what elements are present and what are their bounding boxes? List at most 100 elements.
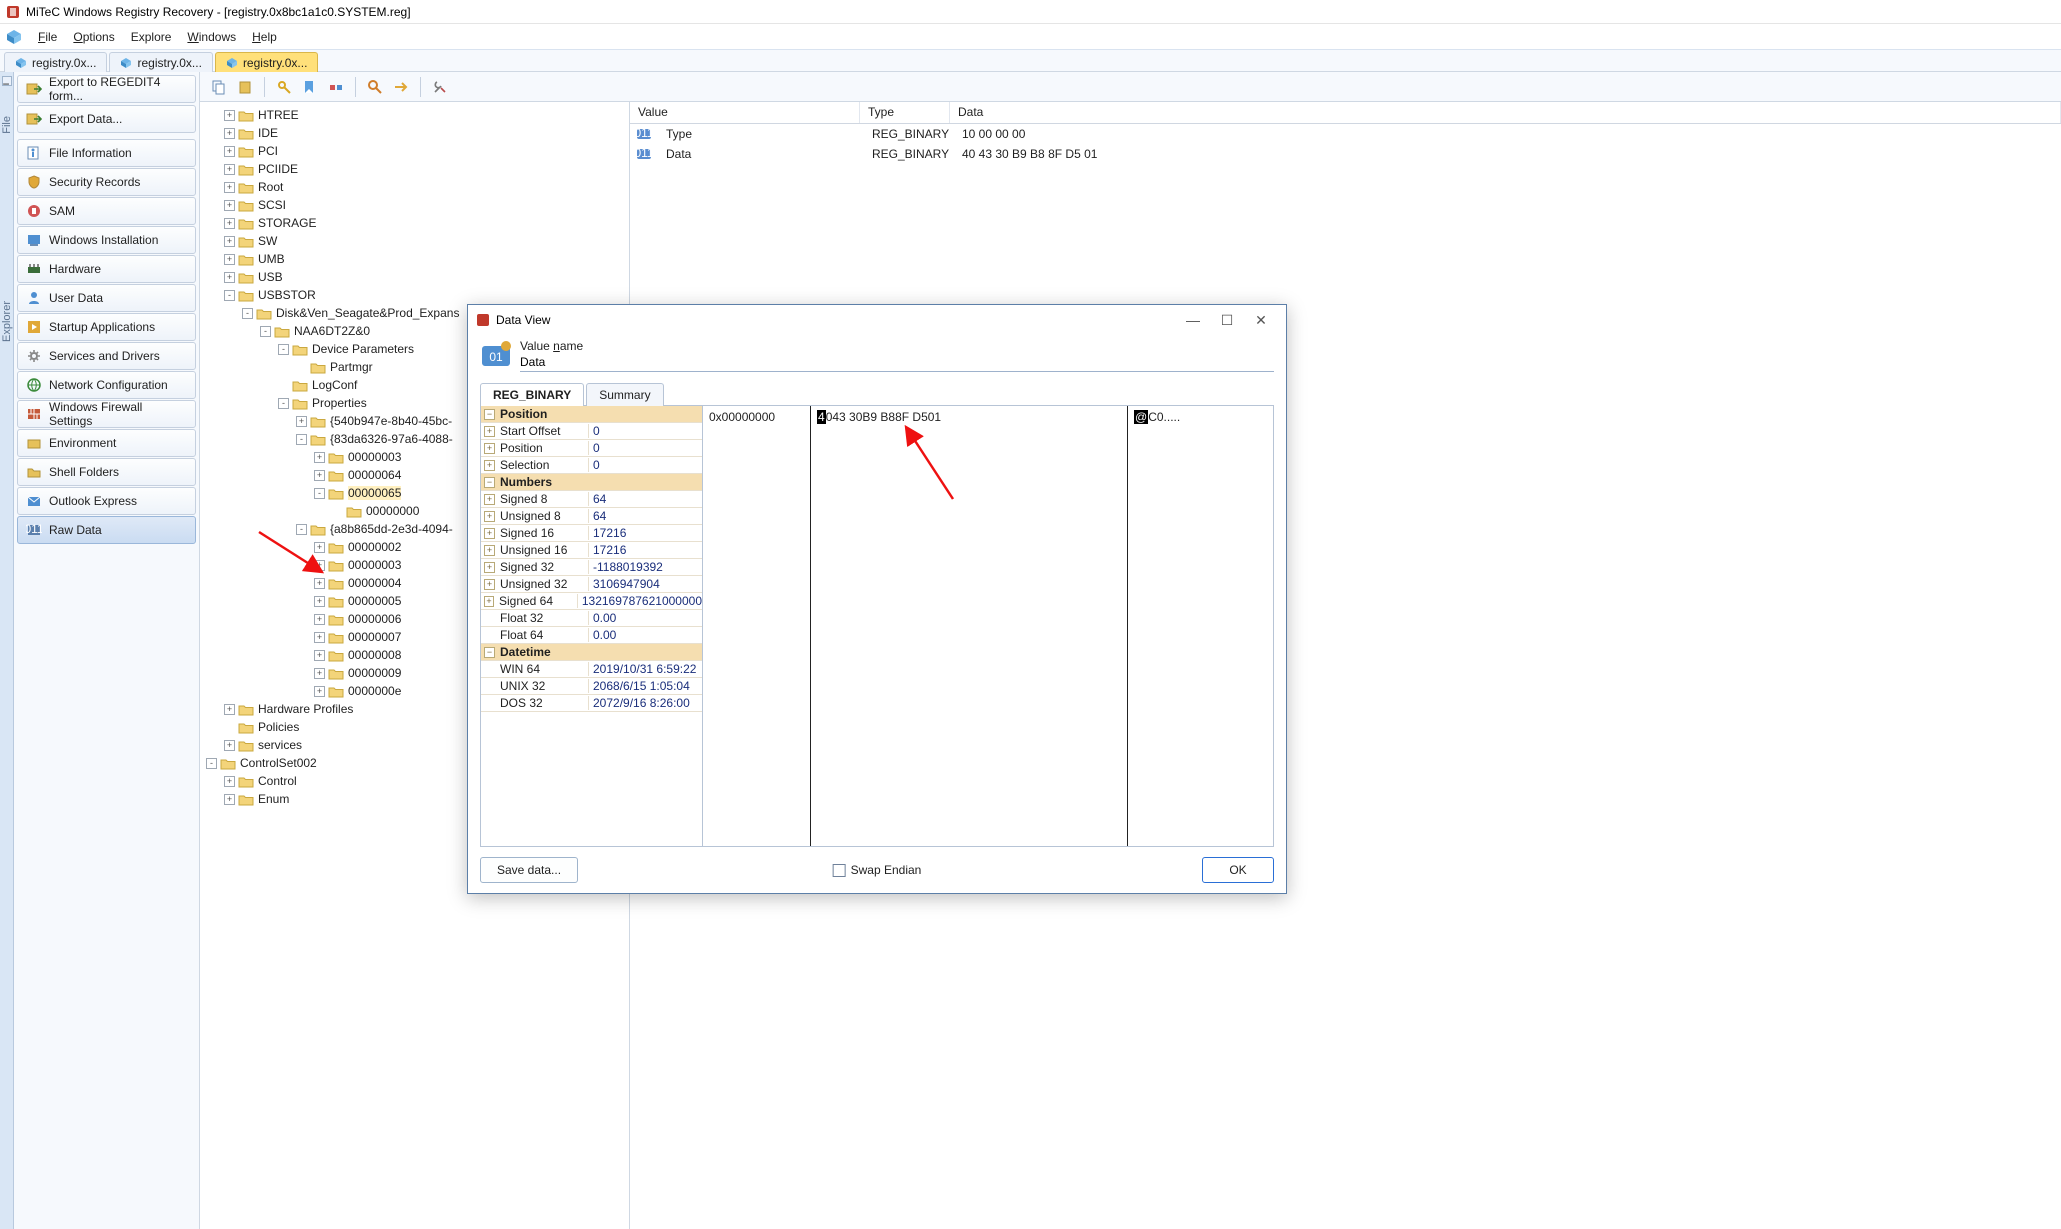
sidebar-item-file-information[interactable]: File Information xyxy=(17,139,196,167)
tree-expand-icon[interactable]: + xyxy=(224,704,235,715)
tree-expand-icon[interactable]: + xyxy=(224,182,235,193)
expand-icon[interactable]: − xyxy=(484,477,495,488)
tree-node[interactable]: +PCIIDE xyxy=(206,160,629,178)
menu-windows[interactable]: Windows xyxy=(179,27,244,47)
expand-icon[interactable]: + xyxy=(484,443,495,454)
expand-icon[interactable]: + xyxy=(484,511,495,522)
tree-expand-icon[interactable]: + xyxy=(224,272,235,283)
tree-expand-icon[interactable]: + xyxy=(224,236,235,247)
property-row[interactable]: +Signed 32-1188019392 xyxy=(481,559,702,576)
rail-file-label[interactable]: File xyxy=(1,116,13,134)
property-row[interactable]: +Start Offset0 xyxy=(481,423,702,440)
sidebar-item-hardware[interactable]: Hardware xyxy=(17,255,196,283)
tool-copy-icon[interactable] xyxy=(208,76,230,98)
col-data[interactable]: Data xyxy=(950,102,2061,123)
menu-explore[interactable]: Explore xyxy=(123,27,180,47)
expand-icon[interactable]: − xyxy=(484,647,495,658)
sidebar-item-raw-data[interactable]: 011Raw Data xyxy=(17,516,196,544)
tree-expand-icon[interactable]: - xyxy=(260,326,271,337)
close-button[interactable]: ✕ xyxy=(1244,309,1278,331)
property-row[interactable]: +Selection0 xyxy=(481,457,702,474)
expand-icon[interactable]: + xyxy=(484,596,494,607)
expand-icon[interactable]: + xyxy=(484,579,495,590)
sidebar-item-security-records[interactable]: Security Records xyxy=(17,168,196,196)
property-row[interactable]: Float 320.00 xyxy=(481,610,702,627)
menu-file[interactable]: File xyxy=(30,27,65,47)
minimize-button[interactable]: — xyxy=(1176,309,1210,331)
tree-expand-icon[interactable]: + xyxy=(224,776,235,787)
tree-expand-icon[interactable]: + xyxy=(314,596,325,607)
tree-node[interactable]: -USBSTOR xyxy=(206,286,629,304)
tree-expand-icon[interactable]: + xyxy=(314,614,325,625)
tree-node[interactable]: +UMB xyxy=(206,250,629,268)
property-row[interactable]: +Position0 xyxy=(481,440,702,457)
sidebar-item-startup-applications[interactable]: Startup Applications xyxy=(17,313,196,341)
tree-expand-icon[interactable]: + xyxy=(314,650,325,661)
tab-reg-binary[interactable]: REG_BINARY xyxy=(480,383,584,406)
tree-expand-icon[interactable]: + xyxy=(224,146,235,157)
tree-expand-icon[interactable]: - xyxy=(296,524,307,535)
export-data-button[interactable]: Export Data... xyxy=(17,105,196,133)
tree-expand-icon[interactable]: - xyxy=(242,308,253,319)
sidebar-item-user-data[interactable]: User Data xyxy=(17,284,196,312)
expand-icon[interactable]: + xyxy=(484,545,495,556)
tree-node[interactable]: +IDE xyxy=(206,124,629,142)
tree-expand-icon[interactable]: + xyxy=(314,686,325,697)
tree-expand-icon[interactable]: + xyxy=(314,632,325,643)
property-row[interactable]: WIN 642019/10/31 6:59:22 xyxy=(481,661,702,678)
save-data-button[interactable]: Save data... xyxy=(480,857,578,883)
tree-expand-icon[interactable]: + xyxy=(224,218,235,229)
property-grid[interactable]: −Position +Start Offset0+Position0+Selec… xyxy=(481,406,703,846)
dialog-titlebar[interactable]: Data View — ☐ ✕ xyxy=(468,305,1286,335)
expand-icon[interactable]: + xyxy=(484,562,495,573)
tool-paste-icon[interactable] xyxy=(234,76,256,98)
tree-expand-icon[interactable]: + xyxy=(224,740,235,751)
sidebar-item-network-configuration[interactable]: Network Configuration xyxy=(17,371,196,399)
tree-expand-icon[interactable]: + xyxy=(314,470,325,481)
tree-node[interactable]: +SW xyxy=(206,232,629,250)
tool-search-icon[interactable] xyxy=(364,76,386,98)
sidebar-item-windows-firewall-settings[interactable]: Windows Firewall Settings xyxy=(17,400,196,428)
tree-expand-icon[interactable]: - xyxy=(278,344,289,355)
file-tab[interactable]: registry.0x... xyxy=(109,52,212,72)
property-row[interactable]: +Signed 1617216 xyxy=(481,525,702,542)
property-row[interactable]: +Unsigned 1617216 xyxy=(481,542,702,559)
swap-endian-checkbox[interactable]: Swap Endian xyxy=(833,863,922,877)
ok-button[interactable]: OK xyxy=(1202,857,1274,883)
property-row[interactable]: UNIX 322068/6/15 1:05:04 xyxy=(481,678,702,695)
sidebar-item-windows-installation[interactable]: Windows Installation xyxy=(17,226,196,254)
maximize-button[interactable]: ☐ xyxy=(1210,309,1244,331)
export-regedit4-button[interactable]: Export to REGEDIT4 form... xyxy=(17,75,196,103)
tree-expand-icon[interactable]: + xyxy=(296,416,307,427)
tree-expand-icon[interactable]: - xyxy=(296,434,307,445)
tree-expand-icon[interactable]: + xyxy=(314,542,325,553)
tree-expand-icon[interactable]: + xyxy=(224,110,235,121)
expand-icon[interactable]: − xyxy=(484,409,495,420)
value-row[interactable]: 011TypeREG_BINARY10 00 00 00 xyxy=(630,124,2061,144)
tree-node[interactable]: +PCI xyxy=(206,142,629,160)
tree-expand-icon[interactable]: + xyxy=(314,578,325,589)
sidebar-item-sam[interactable]: SAM xyxy=(17,197,196,225)
tool-bookmark-icon[interactable] xyxy=(299,76,321,98)
tree-expand-icon[interactable]: + xyxy=(314,452,325,463)
tree-expand-icon[interactable]: - xyxy=(224,290,235,301)
tree-node[interactable]: +SCSI xyxy=(206,196,629,214)
tree-expand-icon[interactable]: - xyxy=(314,488,325,499)
tree-node[interactable]: +HTREE xyxy=(206,106,629,124)
tab-summary[interactable]: Summary xyxy=(586,383,663,406)
col-value[interactable]: Value xyxy=(630,102,860,123)
tool-goto-icon[interactable] xyxy=(325,76,347,98)
property-row[interactable]: Float 640.00 xyxy=(481,627,702,644)
tree-node[interactable]: +USB xyxy=(206,268,629,286)
property-row[interactable]: +Signed 64132169787621000000 xyxy=(481,593,702,610)
hex-viewer[interactable]: 0x00000000 4043 30B9 B88F D501 @C0..... xyxy=(703,406,1273,846)
tree-expand-icon[interactable]: + xyxy=(224,164,235,175)
expand-icon[interactable]: + xyxy=(484,494,495,505)
tree-expand-icon[interactable]: + xyxy=(224,254,235,265)
tool-tools-icon[interactable] xyxy=(429,76,451,98)
tree-expand-icon[interactable]: - xyxy=(206,758,217,769)
file-tab[interactable]: registry.0x... xyxy=(215,52,318,72)
tree-expand-icon[interactable]: + xyxy=(224,794,235,805)
tree-expand-icon[interactable]: + xyxy=(314,560,325,571)
sidebar-item-outlook-express[interactable]: Outlook Express xyxy=(17,487,196,515)
